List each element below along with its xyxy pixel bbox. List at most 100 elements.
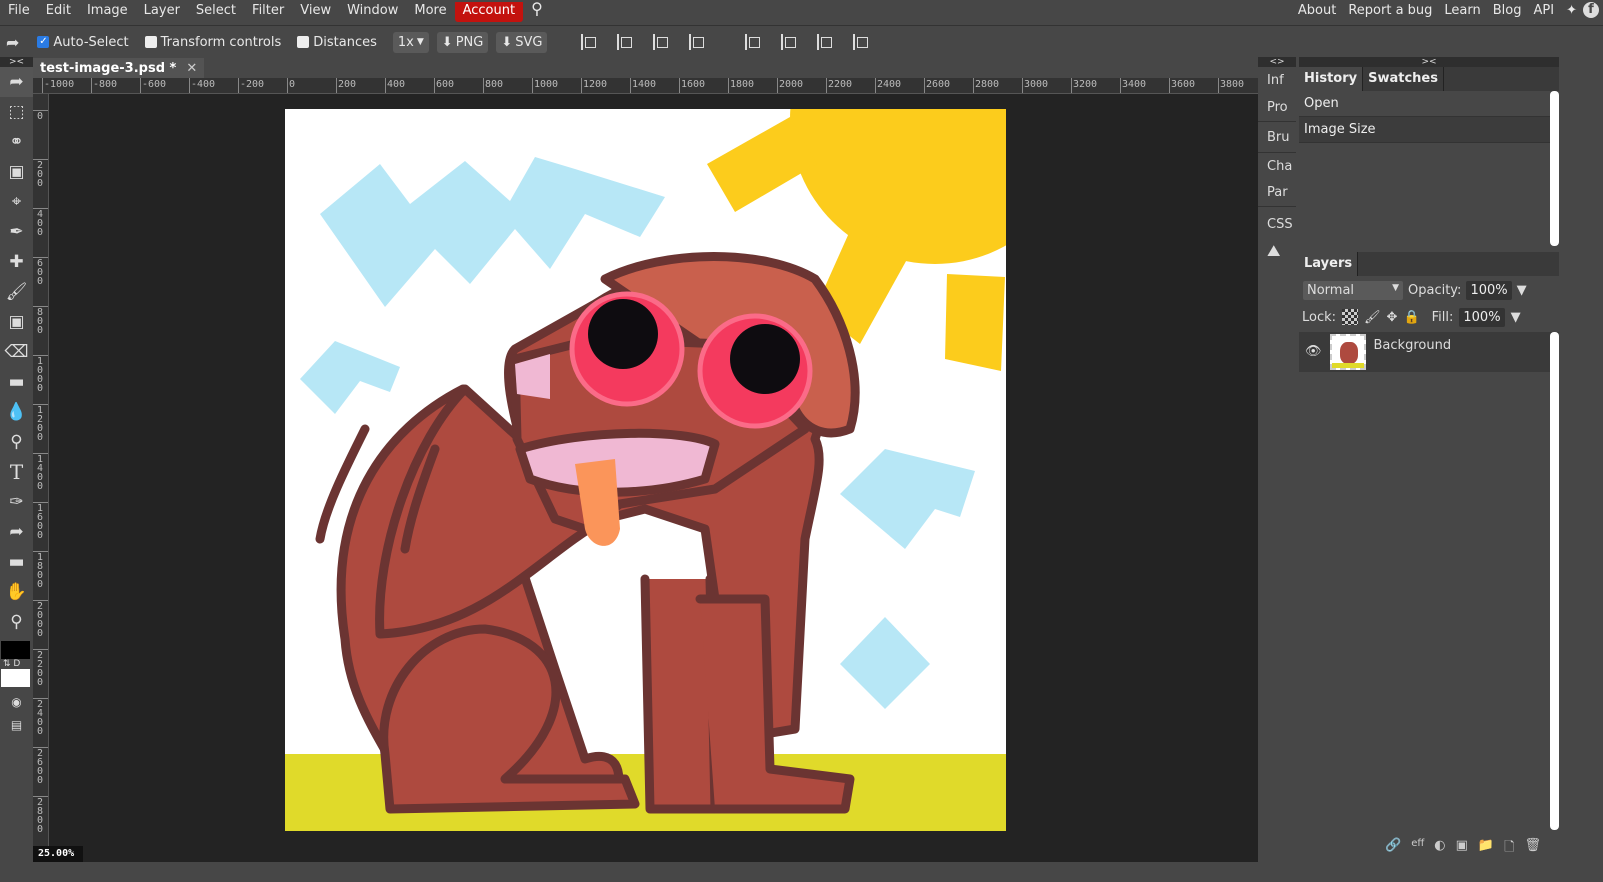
move-tool-icon[interactable]: ➦ [0, 67, 33, 97]
export-svg-button[interactable]: ⬇ SVG [496, 31, 548, 53]
mask-icon[interactable]: ▣ [1456, 838, 1468, 860]
history-item[interactable]: Image Size [1299, 117, 1559, 143]
menu-edit[interactable]: Edit [38, 2, 79, 22]
ruler-tick [91, 78, 92, 93]
panel-channels[interactable]: Cha [1258, 152, 1296, 179]
align-center-h-icon[interactable] [617, 34, 633, 50]
quick-mask-icon[interactable]: ◉ [0, 687, 33, 717]
panel-brush[interactable]: Bru [1258, 121, 1296, 152]
blend-mode-dropdown[interactable]: Normal ▼ [1303, 280, 1403, 300]
tab-swatches[interactable]: Swatches [1363, 67, 1444, 91]
history-scrollbar[interactable] [1550, 91, 1559, 246]
gradient-tool-icon[interactable]: ▬ [0, 367, 33, 397]
layers-list: 👁 Background [1299, 332, 1559, 832]
menu-account[interactable]: Account [454, 2, 524, 22]
menu-file[interactable]: File [0, 2, 38, 22]
link-layers-icon[interactable]: 🔗 [1385, 838, 1401, 860]
align-left-icon[interactable] [581, 34, 597, 50]
scale-dropdown[interactable]: 1x ▼ [392, 31, 429, 53]
distribute-h-icon[interactable] [689, 34, 705, 50]
image-icon[interactable]: ⛰ [1258, 237, 1296, 264]
layers-scrollbar[interactable] [1550, 332, 1559, 830]
align-top-icon[interactable] [745, 34, 761, 50]
search-icon[interactable]: ⚲ [523, 0, 551, 20]
twitter-icon[interactable]: ✦ [1560, 3, 1583, 18]
menu-select[interactable]: Select [188, 2, 244, 22]
lock-position-icon[interactable]: ✥ [1387, 310, 1398, 325]
marquee-tool-icon[interactable]: ⬚ [0, 97, 33, 127]
link-about[interactable]: About [1292, 3, 1342, 18]
distribute-v-icon[interactable] [853, 34, 869, 50]
path-select-tool-icon[interactable]: ➦ [0, 517, 33, 547]
panel-properties[interactable]: Pro [1258, 94, 1296, 121]
collapse-icon[interactable]: >< [1299, 57, 1559, 67]
history-item[interactable]: Open [1299, 91, 1559, 117]
swap-colors-icon[interactable]: ⇅ D [0, 659, 33, 669]
trash-icon[interactable]: 🗑 [1525, 838, 1542, 860]
layer-name[interactable]: Background [1374, 338, 1452, 353]
tab-history[interactable]: History [1299, 67, 1364, 91]
shape-tool-icon[interactable]: ▬ [0, 547, 33, 577]
panel-paths[interactable]: Par [1258, 179, 1296, 206]
tab-layers[interactable]: Layers [1299, 252, 1359, 276]
adjustment-icon[interactable]: ◐ [1434, 838, 1445, 860]
tab-document[interactable]: test-image-3.psd * ✕ [33, 58, 205, 78]
screen-mode-icon[interactable]: ▤ [0, 717, 33, 733]
blur-tool-icon[interactable]: 💧 [0, 397, 33, 427]
align-bottom-icon[interactable] [817, 34, 833, 50]
new-layer-icon[interactable]: 🗋 [1504, 838, 1514, 860]
opacity-dropdown-icon[interactable]: ▼ [1517, 283, 1527, 298]
dodge-tool-icon[interactable]: ⚲ [0, 427, 33, 457]
link-api[interactable]: API [1528, 3, 1561, 18]
folder-icon[interactable]: 📁 [1478, 838, 1494, 860]
ruler-label: 1800 [37, 552, 44, 590]
background-color-swatch[interactable] [1, 669, 30, 687]
eye-icon[interactable]: 👁 [1305, 344, 1322, 359]
link-learn[interactable]: Learn [1438, 3, 1486, 18]
link-report-bug[interactable]: Report a bug [1342, 3, 1438, 18]
lock-pixels-icon[interactable]: 🖌 [1364, 310, 1381, 325]
eyedropper-tool-icon[interactable]: ✒ [0, 217, 33, 247]
stamp-tool-icon[interactable]: ▣ [0, 307, 33, 337]
crop-tool-icon[interactable]: ⌖ [0, 187, 33, 217]
close-icon[interactable]: ✕ [186, 61, 197, 76]
menu-more[interactable]: More [406, 2, 454, 22]
align-middle-icon[interactable] [781, 34, 797, 50]
zoom-level[interactable]: 25.00% [33, 846, 83, 862]
zoom-tool-icon[interactable]: ⚲ [0, 607, 33, 637]
ruler-label: 1000 [37, 356, 44, 394]
distances-checkbox[interactable]: Distances [297, 35, 377, 50]
hand-tool-icon[interactable]: ✋ [0, 577, 33, 607]
document-canvas[interactable] [285, 0, 1080, 831]
quick-select-tool-icon[interactable]: ▣ [0, 157, 33, 187]
foreground-color-swatch[interactable] [1, 641, 30, 659]
eraser-tool-icon[interactable]: ⌫ [0, 337, 33, 367]
menu-layer[interactable]: Layer [136, 2, 188, 22]
lasso-tool-icon[interactable]: ⚭ [0, 127, 33, 157]
collapse-icon[interactable]: >< [0, 57, 33, 67]
auto-select-checkbox[interactable]: ✓ Auto-Select [37, 35, 129, 50]
fill-input[interactable]: 100% [1459, 307, 1505, 327]
effects-icon[interactable]: eff [1411, 838, 1424, 860]
menu-window[interactable]: Window [339, 2, 406, 22]
menu-filter[interactable]: Filter [244, 2, 292, 22]
link-blog[interactable]: Blog [1487, 3, 1528, 18]
export-png-button[interactable]: ⬇ PNG [436, 31, 489, 53]
opacity-input[interactable]: 100% [1466, 280, 1512, 300]
type-tool-icon[interactable]: T [0, 457, 33, 487]
transform-controls-checkbox[interactable]: Transform controls [144, 35, 281, 50]
facebook-icon[interactable]: f [1583, 2, 1599, 18]
panel-info[interactable]: Inf [1258, 67, 1296, 94]
fill-dropdown-icon[interactable]: ▼ [1511, 310, 1521, 325]
menu-image[interactable]: Image [79, 2, 136, 22]
lock-transparency-icon[interactable] [1342, 309, 1359, 325]
layer-row[interactable]: 👁 Background [1299, 332, 1559, 372]
panel-css[interactable]: CSS [1258, 206, 1296, 237]
menu-view[interactable]: View [292, 2, 339, 22]
lock-all-icon[interactable]: 🔒 [1403, 310, 1419, 325]
brush-tool-icon[interactable]: 🖌 [0, 277, 33, 307]
pen-tool-icon[interactable]: ✑ [0, 487, 33, 517]
expand-icon[interactable]: <> [1258, 57, 1296, 67]
healing-tool-icon[interactable]: ✚ [0, 247, 33, 277]
align-right-icon[interactable] [653, 34, 669, 50]
